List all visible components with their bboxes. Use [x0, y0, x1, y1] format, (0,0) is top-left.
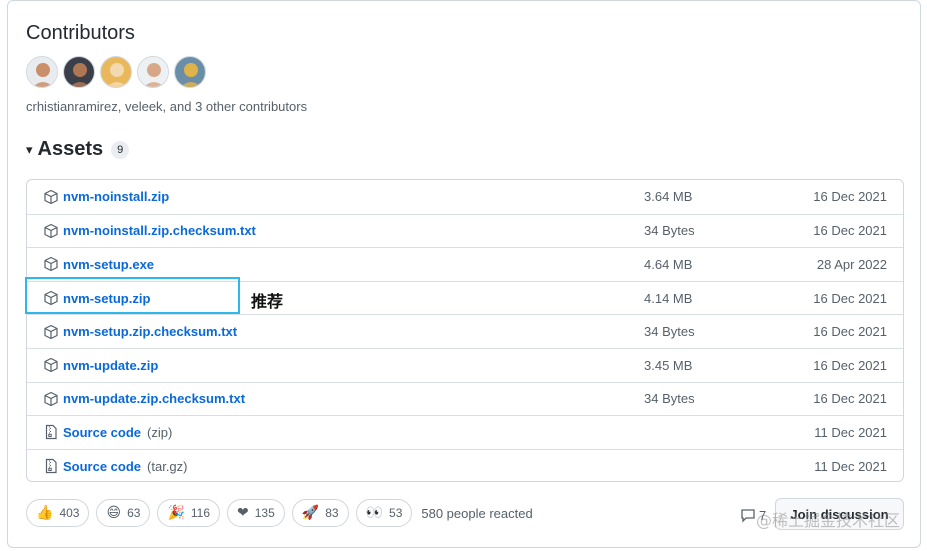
avatar[interactable]	[26, 56, 58, 88]
reaction-count: 83	[325, 506, 339, 520]
comment-icon	[741, 509, 755, 523]
watermark: @稀土掘金技术社区	[756, 511, 901, 530]
file-zip-icon	[43, 424, 59, 440]
reaction-count: 135	[254, 506, 275, 520]
asset-format[interactable]: (tar.gz)	[147, 459, 187, 474]
package-icon	[43, 391, 59, 407]
asset-row: nvm-setup.zip.checksum.txt 34 Bytes 16 Dec…	[27, 314, 903, 348]
avatar[interactable]	[137, 56, 169, 88]
asset-link[interactable]: nvm-setup.zip.checksum.txt	[63, 324, 237, 339]
avatar[interactable]	[63, 56, 95, 88]
asset-link[interactable]: Source code (tar.gz)	[63, 459, 188, 474]
reaction-button[interactable]: 👍 403	[26, 499, 90, 527]
assets-header[interactable]: ▾ Assets 9	[26, 138, 130, 161]
assets-count-badge: 9	[111, 140, 130, 159]
assets-title: Assets	[37, 138, 104, 160]
asset-row: nvm-noinstall.zip 3.64 MB 16 Dec 2021	[27, 180, 903, 214]
package-icon	[43, 256, 59, 272]
thumbs-up-icon: 👍	[36, 505, 54, 521]
asset-link[interactable]: nvm-update.zip	[63, 358, 158, 373]
package-icon	[43, 189, 59, 205]
laugh-icon: 😄	[106, 505, 122, 521]
reaction-button[interactable]: 👀 53	[355, 499, 413, 527]
heart-icon: ❤	[237, 505, 249, 521]
asset-date: 16 Dec 2021	[813, 357, 887, 373]
asset-row: Source code (zip) 11 Dec 2021	[27, 415, 903, 449]
reaction-count: 63	[127, 506, 141, 520]
asset-row: nvm-setup.exe 4.64 MB 28 Apr 2022	[27, 247, 903, 281]
asset-row: Source code (tar.gz) 11 Dec 2021	[27, 448, 903, 481]
reaction-button[interactable]: 🚀 83	[291, 499, 349, 527]
package-icon	[43, 324, 59, 340]
asset-date: 16 Dec 2021	[813, 324, 887, 340]
reaction-button[interactable]: 😄 63	[96, 499, 151, 527]
reaction-count: 116	[190, 506, 211, 520]
asset-format[interactable]: (zip)	[147, 425, 172, 440]
assets-list: nvm-noinstall.zip 3.64 MB 16 Dec 2021 nvm-n…	[26, 179, 904, 482]
reactions-summary: 580 people reacted	[421, 505, 533, 521]
asset-link[interactable]: nvm-noinstall.zip.checksum.txt	[63, 223, 256, 238]
reactions-bar: 👍 403 😄 63 🎉 116 ❤ 135 🚀 83 👀 53 580 people reacted	[26, 499, 533, 527]
asset-link[interactable]: nvm-noinstall.zip	[63, 189, 169, 204]
asset-date: 11 Dec 2021	[814, 424, 887, 440]
asset-row: nvm-update.zip.checksum.txt 34 Bytes 16 De…	[27, 381, 903, 416]
package-icon	[43, 223, 59, 239]
recommend-annotation: 推荐	[251, 292, 284, 311]
asset-date: 28 Apr 2022	[816, 256, 887, 272]
asset-row: nvm-noinstall.zip.checksum.txt 34 Bytes 16…	[27, 213, 903, 248]
file-zip-icon	[43, 458, 59, 474]
avatar[interactable]	[174, 56, 206, 88]
asset-size: 4.64 MB	[644, 256, 693, 272]
reaction-button[interactable]: ❤ 135	[227, 499, 285, 527]
package-icon	[43, 357, 59, 373]
asset-size: 34 Bytes	[644, 223, 695, 239]
contributors-summary: crhistianramirez, veleek, and 3 other co…	[26, 99, 308, 114]
eyes-icon: 👀	[365, 505, 384, 521]
triangle-down-icon[interactable]: ▾	[26, 142, 33, 158]
asset-link[interactable]: Source code (zip)	[63, 425, 172, 440]
asset-link[interactable]: nvm-update.zip.checksum.txt	[63, 391, 245, 406]
asset-size: 3.45 MB	[644, 357, 693, 373]
asset-date: 16 Dec 2021	[813, 223, 887, 239]
rocket-icon: 🚀	[301, 505, 320, 521]
asset-link[interactable]: nvm-setup.exe	[63, 257, 154, 272]
reaction-count: 53	[389, 506, 403, 520]
reaction-button[interactable]: 🎉 116	[157, 499, 221, 527]
asset-size: 34 Bytes	[644, 324, 695, 340]
asset-date: 16 Dec 2021	[813, 189, 887, 205]
contributor-avatars	[26, 56, 206, 88]
asset-size: 34 Bytes	[644, 391, 695, 407]
asset-size: 3.64 MB	[644, 189, 693, 205]
highlight-box	[25, 277, 240, 314]
asset-date: 16 Dec 2021	[813, 391, 887, 407]
asset-size: 4.14 MB	[644, 290, 693, 306]
asset-date: 16 Dec 2021	[813, 290, 887, 306]
asset-date: 11 Dec 2021	[814, 458, 887, 474]
avatar[interactable]	[100, 56, 132, 88]
hooray-icon: 🎉	[167, 505, 185, 521]
reaction-count: 403	[59, 506, 80, 520]
asset-row: nvm-update.zip 3.45 MB 16 Dec 2021	[27, 347, 903, 382]
contributors-heading: Contributors	[26, 22, 135, 44]
